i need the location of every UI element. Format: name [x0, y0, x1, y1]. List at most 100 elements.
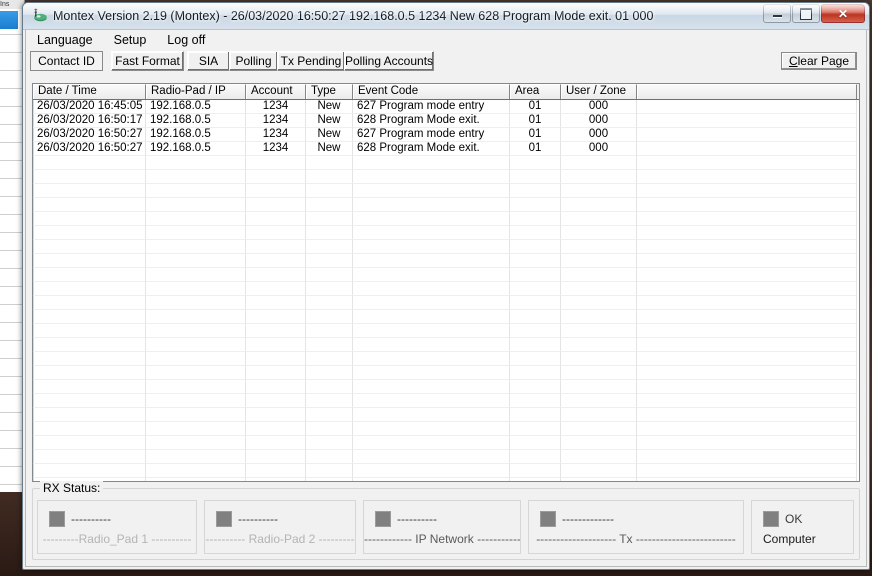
tab-polling-accounts[interactable]: Polling Accounts [344, 51, 434, 71]
table-cell [510, 226, 561, 240]
table-cell [637, 422, 857, 436]
table-cell [146, 184, 246, 198]
table-row-empty[interactable] [33, 464, 859, 478]
table-cell [637, 324, 857, 338]
column-header-user-zone[interactable]: User / Zone [561, 84, 637, 99]
table-cell [637, 170, 857, 184]
close-button[interactable]: ✕ [821, 4, 865, 23]
event-list[interactable]: Date / TimeRadio-Pad / IPAccountTypeEven… [32, 83, 860, 482]
table-row-empty[interactable] [33, 366, 859, 380]
table-row-empty[interactable] [33, 226, 859, 240]
list-rows[interactable]: 26/03/2020 16:45:05192.168.0.51234New627… [33, 100, 859, 482]
table-row-empty[interactable] [33, 184, 859, 198]
table-cell [306, 464, 353, 478]
table-row-empty[interactable] [33, 338, 859, 352]
menu-item-log-off[interactable]: Log off [162, 31, 214, 49]
table-row-empty[interactable] [33, 408, 859, 422]
table-cell [561, 338, 637, 352]
column-header-event-code[interactable]: Event Code [353, 84, 510, 99]
table-row-empty[interactable] [33, 394, 859, 408]
table-row[interactable]: 26/03/2020 16:50:17192.168.0.51234New628… [33, 114, 859, 128]
table-cell [561, 394, 637, 408]
table-row-empty[interactable] [33, 268, 859, 282]
table-cell [246, 296, 306, 310]
table-cell [510, 268, 561, 282]
table-row[interactable]: 26/03/2020 16:50:27192.168.0.51234New628… [33, 142, 859, 156]
table-cell [246, 212, 306, 226]
column-header-blank[interactable] [637, 84, 857, 99]
table-cell [353, 352, 510, 366]
table-row-empty[interactable] [33, 436, 859, 450]
column-header-type[interactable]: Type [306, 84, 353, 99]
table-cell [146, 156, 246, 170]
list-header-row[interactable]: Date / TimeRadio-Pad / IPAccountTypeEven… [33, 84, 859, 100]
table-cell [353, 170, 510, 184]
table-cell: 01 [510, 114, 561, 128]
tab-contact-id[interactable]: Contact ID [30, 51, 103, 71]
table-cell [146, 226, 246, 240]
table-cell [637, 198, 857, 212]
tab-sia[interactable]: SIA [187, 51, 230, 71]
table-cell: 01 [510, 142, 561, 156]
table-row-empty[interactable] [33, 324, 859, 338]
table-row-empty[interactable] [33, 450, 859, 464]
table-row[interactable]: 26/03/2020 16:50:27192.168.0.51234New627… [33, 128, 859, 142]
table-cell [246, 254, 306, 268]
rx-status-panels: -------------------Radio_Pad 1 ---------… [37, 500, 855, 554]
table-cell [510, 408, 561, 422]
rx-panel-computer: OKComputer [751, 500, 854, 554]
table-cell [637, 408, 857, 422]
table-row-empty[interactable] [33, 212, 859, 226]
table-cell [306, 184, 353, 198]
table-row-empty[interactable] [33, 296, 859, 310]
table-row-empty[interactable] [33, 170, 859, 184]
tab-polling[interactable]: Polling [229, 51, 278, 71]
table-row-empty[interactable] [33, 156, 859, 170]
table-row-empty[interactable] [33, 282, 859, 296]
table-cell [33, 240, 146, 254]
minimize-icon [764, 5, 790, 22]
table-row-empty[interactable] [33, 240, 859, 254]
table-cell [146, 380, 246, 394]
table-cell [353, 268, 510, 282]
title-bar[interactable]: Montex Version 2.19 (Montex) - 26/03/202… [23, 3, 869, 30]
tab-fast-format[interactable]: Fast Format [111, 51, 184, 71]
table-cell [561, 170, 637, 184]
menu-item-language[interactable]: Language [32, 31, 102, 49]
table-cell [637, 156, 857, 170]
table-row-empty[interactable] [33, 254, 859, 268]
table-cell [306, 408, 353, 422]
column-header-radio-pad-ip[interactable]: Radio-Pad / IP [146, 84, 246, 99]
column-header-area[interactable]: Area [510, 84, 561, 99]
table-cell: 000 [561, 142, 637, 156]
table-row-empty[interactable] [33, 352, 859, 366]
table-cell [353, 226, 510, 240]
table-cell: 01 [510, 100, 561, 114]
table-row-empty[interactable] [33, 478, 859, 482]
tab-tx-pending[interactable]: Tx Pending [277, 51, 345, 71]
table-cell [510, 184, 561, 198]
maximize-button[interactable] [792, 4, 820, 23]
table-cell [306, 226, 353, 240]
column-header-account[interactable]: Account [246, 84, 306, 99]
table-cell [510, 366, 561, 380]
table-row-empty[interactable] [33, 310, 859, 324]
rx-panel-radio-pad-1: -------------------Radio_Pad 1 ---------… [37, 500, 197, 554]
table-cell [306, 352, 353, 366]
table-cell [637, 436, 857, 450]
menu-item-setup[interactable]: Setup [109, 31, 156, 49]
table-row-empty[interactable] [33, 380, 859, 394]
table-cell [33, 198, 146, 212]
table-cell [306, 338, 353, 352]
clear-page-button[interactable]: Clear Page [781, 52, 857, 70]
table-cell [510, 464, 561, 478]
minimize-button[interactable] [763, 4, 791, 23]
table-row-empty[interactable] [33, 422, 859, 436]
column-header-date-time[interactable]: Date / Time [33, 84, 146, 99]
table-cell [353, 156, 510, 170]
table-row-empty[interactable] [33, 198, 859, 212]
rx-panel-caption-ip-network: ------------ IP Network ------------ [364, 532, 520, 546]
table-cell [561, 478, 637, 482]
table-cell: 192.168.0.5 [146, 100, 246, 114]
table-row[interactable]: 26/03/2020 16:45:05192.168.0.51234New627… [33, 100, 859, 114]
